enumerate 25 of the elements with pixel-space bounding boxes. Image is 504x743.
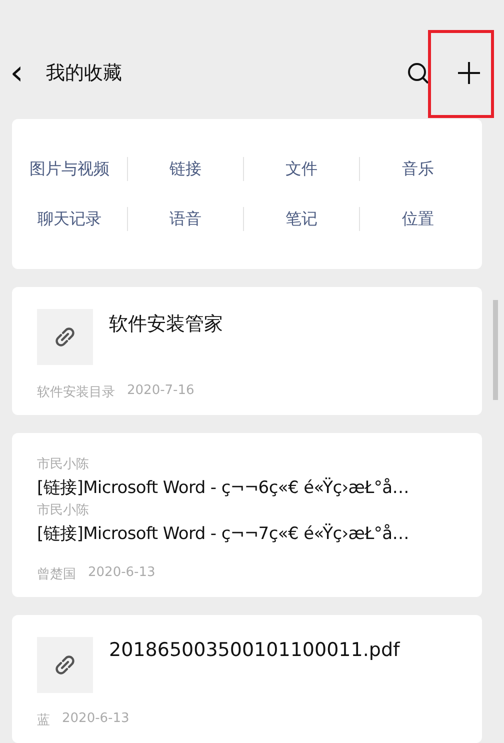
category-link[interactable]: 音乐 (402, 159, 434, 178)
category-link[interactable]: 笔记 (286, 209, 318, 228)
favorite-card[interactable]: 软件安装管家 软件安装目录 2020-7-16 (12, 287, 482, 415)
item-date: 2020-7-16 (127, 383, 194, 400)
favorite-card[interactable]: 201865003500101100011.pdf 蓝 2020-6-13 (12, 615, 482, 743)
message-text: [链接]Microsoft Word - ç¬¬6ç«€ é«Ÿç›æŁ°å… (37, 476, 410, 500)
item-title: 201865003500101100011.pdf (109, 639, 400, 663)
message-sender: 市民小陈 (37, 502, 90, 520)
category-link[interactable]: 链接 (170, 159, 202, 178)
category-link[interactable]: 位置 (402, 209, 434, 228)
message-sender: 市民小陈 (37, 456, 90, 474)
category-link[interactable]: 聊天记录 (38, 209, 102, 228)
favorite-card[interactable]: 市民小陈 [链接]Microsoft Word - ç¬¬6ç«€ é«Ÿç›æŁ°å… 市民小陈 [链接]Microsoft Word - ç¬¬7ç«€ é«Ÿç›æŁ°å… 曾楚国 2020-6-13 (12, 433, 482, 597)
item-date: 2020-6-13 (88, 565, 156, 582)
item-source: 软件安装目录 (37, 384, 115, 401)
page-title: 我的收藏 (46, 60, 122, 86)
item-source: 蓝 (37, 712, 50, 729)
item-title: 软件安装管家 (109, 312, 223, 337)
category-link[interactable]: 语音 (170, 209, 202, 228)
back-button[interactable]: ‹ (10, 56, 38, 90)
message-text: [链接]Microsoft Word - ç¬¬7ç«€ é«Ÿç›æŁ°å… (37, 522, 410, 546)
category-link[interactable]: 图片与视频 (30, 159, 110, 178)
item-source: 曾楚国 (37, 566, 76, 583)
category-link[interactable]: 文件 (286, 159, 318, 178)
item-date: 2020-6-13 (62, 711, 130, 728)
